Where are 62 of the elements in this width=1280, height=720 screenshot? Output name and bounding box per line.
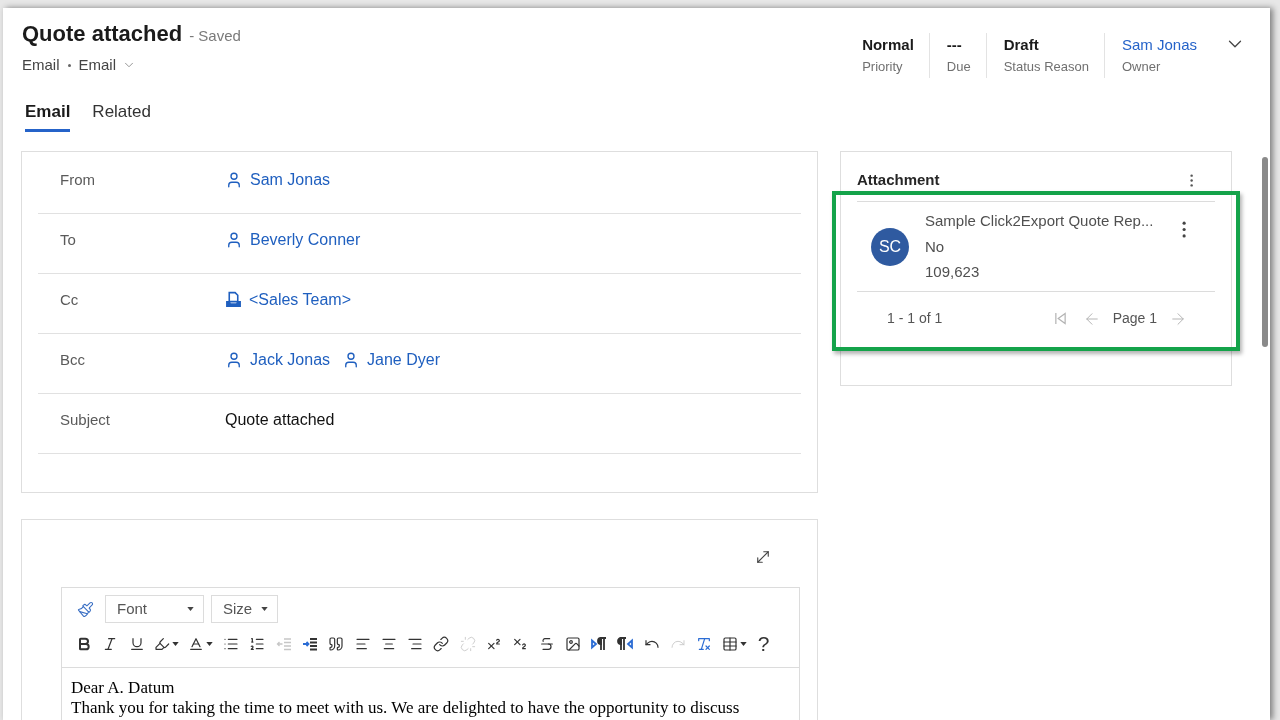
more-options-button[interactable] <box>1189 171 1193 189</box>
recipient-link[interactable]: Beverly Conner <box>225 227 361 252</box>
field-label: To <box>59 230 77 250</box>
field-label: Owner <box>1121 58 1162 76</box>
help-button[interactable]: ? <box>751 631 776 657</box>
subject-value[interactable]: Quote attached <box>225 407 335 432</box>
expand-button[interactable] <box>754 548 772 566</box>
attachment-field: No <box>925 233 1154 260</box>
field-label: Due <box>946 58 971 76</box>
field-label: Status Reason <box>1003 58 1089 76</box>
avatar: SC <box>871 227 909 266</box>
field-label: Cc <box>59 290 80 310</box>
file-name: Sample Click2Export Quote Rep... <box>925 211 1154 232</box>
recipient-link[interactable]: <Sales Team> <box>225 287 351 312</box>
recipient-name[interactable]: Jack Jonas <box>250 347 331 372</box>
recipient-name[interactable]: Beverly Conner <box>250 227 361 252</box>
format-painter-button[interactable] <box>75 599 95 619</box>
font-dropdown[interactable]: Font <box>105 595 204 623</box>
entity-name: Email <box>22 55 60 75</box>
field-label: Subject <box>59 410 112 430</box>
recipient-link[interactable]: Jack Jonas <box>225 347 331 372</box>
tab[interactable]: Email <box>25 101 71 132</box>
recipient-link[interactable]: Jane Dyer <box>342 347 440 372</box>
attachment-heading: Attachment <box>857 171 940 189</box>
caret-icon <box>172 642 180 646</box>
body-text: Dear A. Datum <box>71 678 176 698</box>
caret-icon <box>740 642 748 646</box>
field-value: Normal <box>862 35 914 54</box>
recipient-link[interactable]: Sam Jonas <box>225 167 331 192</box>
attachment-field: 109,623 <box>925 259 1154 285</box>
caret-icon <box>261 607 268 611</box>
recipient-name[interactable]: Jane Dyer <box>367 347 440 372</box>
attachment-row[interactable]: SC Sample Click2Export Quote Rep... No 109,623 <box>857 202 1215 292</box>
owner-link[interactable]: Sam Jonas <box>1121 35 1197 54</box>
record-title: Quote attached <box>22 20 183 48</box>
size-dropdown[interactable]: Size <box>211 595 278 623</box>
field-value: Draft <box>1003 35 1040 54</box>
caret-icon <box>206 642 214 646</box>
vertical-ellipsis-icon <box>1181 220 1186 238</box>
person-icon <box>225 350 243 369</box>
form-selector[interactable]: Email <box>78 54 137 77</box>
caret-icon <box>187 607 194 611</box>
person-icon <box>225 170 243 189</box>
expand-icon <box>754 548 772 566</box>
field-label: From <box>59 170 96 190</box>
vertical-ellipsis-icon <box>1189 173 1193 187</box>
scrollbar-thumb[interactable] <box>1262 157 1268 347</box>
tab[interactable]: Related <box>92 101 151 132</box>
editor-body[interactable]: Dear A. Datum Thank you for taking the time to meet with us. We are delighted to have the opportunity to discuss <box>62 668 799 718</box>
row-more-button[interactable] <box>1181 220 1186 238</box>
body-text: Thank you for taking the time to meet with us. We are delighted to have the opportunity to discuss <box>71 698 741 718</box>
record-count: 1 - 1 of 1 <box>887 309 943 328</box>
field-value: --- <box>946 35 963 54</box>
recipient-name[interactable]: <Sales Team> <box>249 287 351 312</box>
save-status: - Saved <box>189 26 241 46</box>
person-icon <box>225 230 243 249</box>
queue-icon <box>225 291 242 308</box>
paintbrush-icon <box>76 600 94 618</box>
field-label: Priority <box>862 58 904 76</box>
page-number: Page 1 <box>1112 309 1157 328</box>
recipient-name[interactable]: Sam Jonas <box>250 167 331 192</box>
field-label: Bcc <box>59 350 86 370</box>
